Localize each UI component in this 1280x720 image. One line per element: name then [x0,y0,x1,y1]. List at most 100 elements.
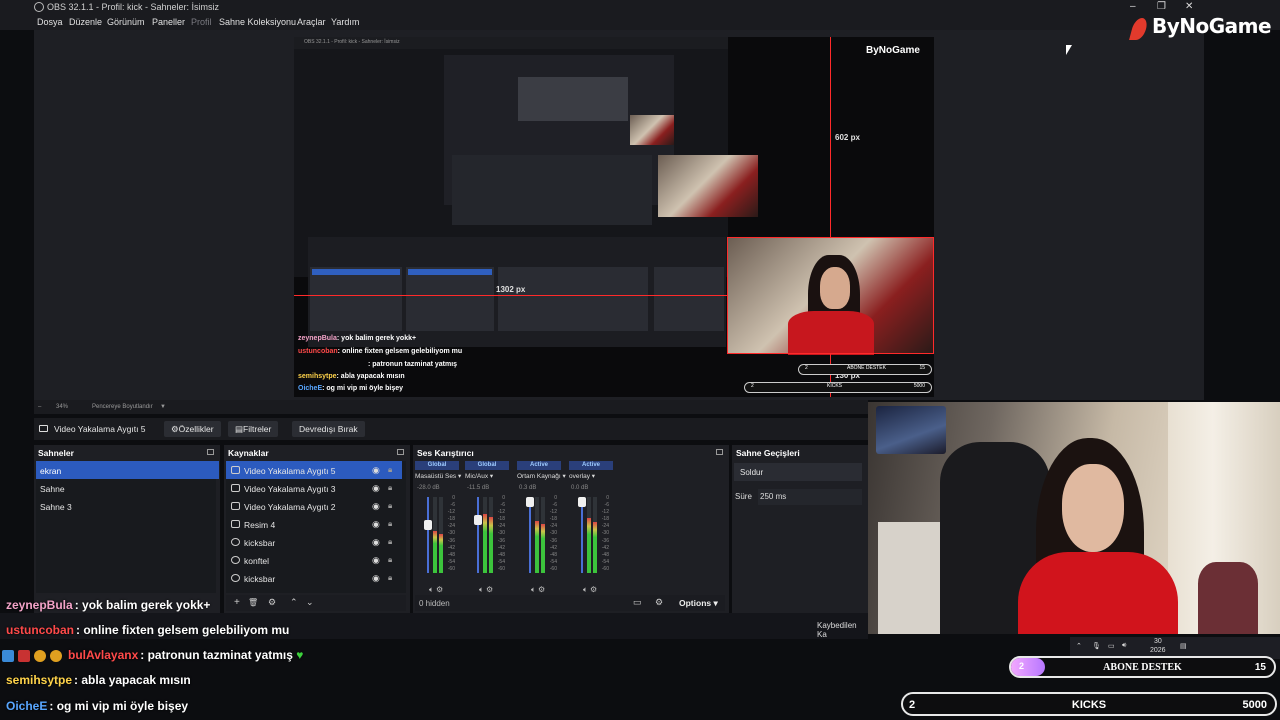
scene-item-ekran[interactable]: ekran [36,461,219,479]
channel-name-dropdown[interactable]: Mic/Aux ▾ [465,472,493,480]
gear-icon[interactable]: ⚙ [436,585,443,594]
undock-icon[interactable] [716,449,723,455]
menu-gorunum[interactable]: Görünüm [107,17,145,27]
fader-knob[interactable] [526,497,534,507]
menu-duzenle[interactable]: Düzenle [69,17,102,27]
mixer-title: Ses Karıştırıcı [417,448,474,458]
duration-input[interactable]: 250 ms [758,489,862,505]
gear-icon[interactable]: ⚙ [590,585,597,594]
eye-icon[interactable]: ◉ [372,465,380,476]
trash-icon[interactable]: 🗑︎ [248,598,258,607]
volume-fader[interactable] [526,497,534,573]
chat-username: ustuncoban [6,623,74,637]
source-item[interactable]: kicksbar ◉ 🔒︎ [226,569,402,587]
microphone-icon[interactable]: 🎙︎ [1092,642,1101,650]
menu-sahne-koleksiyonu[interactable]: Sahne Koleksiyonu [219,17,296,27]
emoji-icon [50,650,62,662]
zoom-out-icon[interactable]: – [38,404,41,410]
volume-fader[interactable] [424,497,432,573]
eye-icon[interactable]: ◉ [372,537,380,548]
fader-knob[interactable] [474,515,482,525]
speaker-icon[interactable]: 🔈︎ [531,585,536,594]
channel-tag: Global [465,461,509,470]
brand-logo: ByNoGame [1152,14,1272,38]
camera-icon [39,425,48,432]
eye-icon[interactable]: ◉ [372,555,380,566]
lock-icon[interactable]: 🔒︎ [388,573,392,583]
gear-icon[interactable]: ⚙ [486,585,493,594]
lock-icon[interactable]: 🔒︎ [388,537,392,547]
eye-icon[interactable]: ◉ [372,483,380,494]
speaker-icon[interactable]: 🔈︎ [583,585,588,594]
options-button[interactable]: Options ▾ [679,598,718,609]
channel-tag: Active [517,461,561,470]
speaker-icon[interactable]: 🔈︎ [479,585,484,594]
volume-fader[interactable] [474,497,482,573]
transitions-title: Sahne Geçişleri [736,448,800,458]
properties-button[interactable]: ⚙Özellikler [164,421,221,437]
network-icon[interactable]: ▭ [1108,642,1115,650]
lock-icon[interactable]: 🔒︎ [388,465,392,475]
channel-db: -11.5 dB [467,485,490,491]
zoom-dropdown-icon[interactable]: ▼ [160,404,166,410]
channel-name-dropdown[interactable]: Masaüstü Ses ▾ [415,472,461,480]
gear-icon[interactable]: ⚙ [655,597,663,608]
filters-button[interactable]: ▤Filtreler [228,421,279,437]
bag [1198,562,1258,634]
speaker-icon[interactable]: 🔈︎ [429,585,434,594]
menu-dosya[interactable]: Dosya [37,17,63,27]
source-item[interactable]: konftel ◉ 🔒︎ [226,551,402,569]
menu-paneller[interactable]: Paneller [152,17,185,27]
close-button[interactable]: ✕ [1185,1,1193,12]
zoom-mode[interactable]: Pencereye Boyutlandır [92,404,153,410]
chat-badges [2,648,66,664]
eye-icon[interactable]: ◉ [372,573,380,584]
add-icon[interactable]: + [234,597,240,608]
undock-icon[interactable] [397,449,404,455]
fader-knob[interactable] [424,520,432,530]
lock-icon[interactable]: 🔒︎ [388,483,392,493]
gear-icon[interactable]: ⚙ [538,585,545,594]
transition-select[interactable]: Soldur [734,463,862,481]
mixer-channel: Active Ortam Kaynağı ▾ 0.3 dB 0 -6 -12 -18 -24-… [515,461,566,594]
source-item[interactable]: Resim 4 ◉ 🔒︎ [226,515,402,533]
channel-name-dropdown[interactable]: Ortam Kaynağı ▾ [517,472,566,480]
volume-fader[interactable] [578,497,586,573]
undock-icon[interactable] [207,449,214,455]
chevron-up-icon[interactable]: ⌃ [1076,642,1082,650]
volume-icon[interactable]: 🔊︎ [1122,642,1126,650]
eye-icon[interactable]: ◉ [372,519,380,530]
move-up-icon[interactable]: ⌃ [290,597,298,608]
source-item[interactable]: kicksbar ◉ 🔒︎ [226,533,402,551]
source-item[interactable]: Video Yakalama Aygıtı 2 ◉ 🔒︎ [226,497,402,515]
chat-text: : online fixten gelsem gelebiliyom mu [76,623,290,637]
layout-icon[interactable]: ▭ [633,597,642,608]
notification-icon[interactable]: ▤ [1180,642,1187,650]
mixer-channel: Global Mic/Aux ▾ -11.5 dB 0 -6 -12 -18 -24 -30 -3… [463,461,509,594]
preview-canvas[interactable]: OBS 32.1.1 - Profil: kick - Sahneler: İs… [294,37,934,397]
fader-knob[interactable] [578,497,586,507]
minimize-button[interactable]: – [1130,1,1136,12]
filter-icon: ▤ [235,424,244,434]
gear-icon[interactable]: ⚙ [268,597,276,608]
audio-mixer-dock: Ses Karıştırıcı Global Masaüstü Ses ▾ -28.… [413,445,729,613]
menu-profil[interactable]: Profil [191,17,212,27]
scene-item-sahne[interactable]: Sahne [36,479,219,497]
menu-yardim[interactable]: Yardım [331,17,359,27]
deactivate-button[interactable]: Devredışı Bırak [292,421,365,437]
channel-name-dropdown[interactable]: overlay ▾ [569,472,595,480]
restore-button[interactable]: ❐ [1157,1,1166,12]
eye-icon[interactable]: ◉ [372,501,380,512]
source-item[interactable]: Video Yakalama Aygıtı 5 ◉ 🔒︎ [226,461,402,479]
clock-date[interactable]: 30 [1154,638,1162,645]
move-down-icon[interactable]: ⌄ [306,597,314,608]
guide-vertical-top [830,37,831,237]
lock-icon[interactable]: 🔒︎ [388,501,392,511]
menu-araclar[interactable]: Araçlar [297,17,326,27]
lock-icon[interactable]: 🔒︎ [388,519,392,529]
scene-item-sahne-3[interactable]: Sahne 3 [36,497,219,515]
source-item[interactable]: Video Yakalama Aygıtı 3 ◉ 🔒︎ [226,479,402,497]
lock-icon[interactable]: 🔒︎ [388,555,392,565]
source-label: kicksbar [244,538,276,548]
selection-frame[interactable] [727,237,934,354]
